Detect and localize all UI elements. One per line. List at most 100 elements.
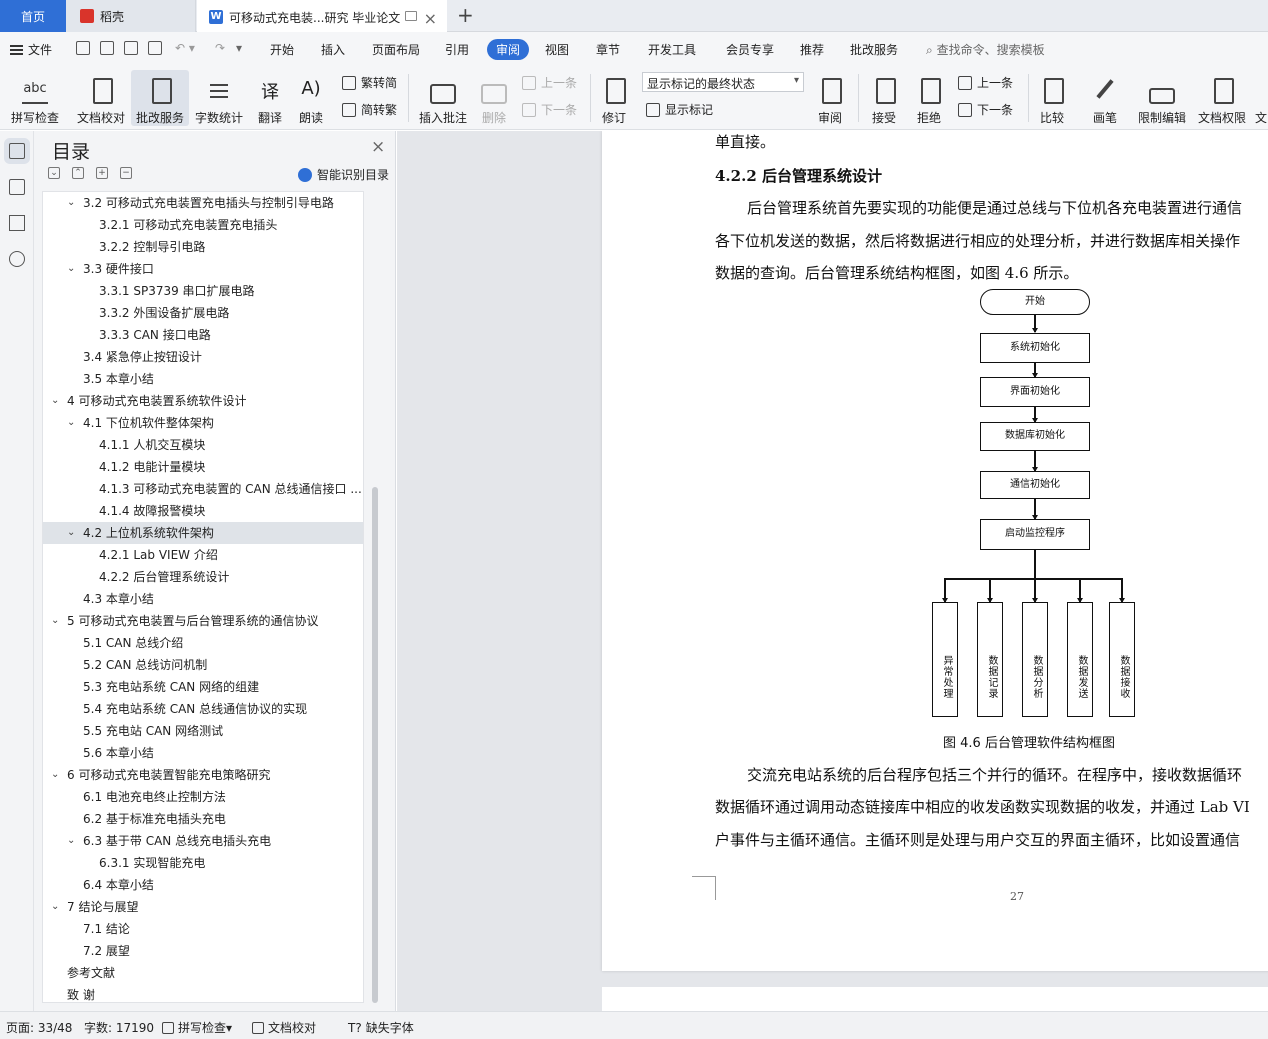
prev-comment-button[interactable]: 上一条 [522,74,577,91]
print-icon[interactable] [124,41,138,55]
chevron-down-icon[interactable]: ⌄ [51,610,59,632]
menu-review-service[interactable]: 批改服务 [850,41,898,58]
toc-item[interactable]: ⌄ 6.3 基于带 CAN 总线充电插头充电 [43,830,363,852]
toc-item[interactable]: 5.1 CAN 总线介绍 [43,632,363,654]
chevron-down-icon[interactable]: ⌄ [67,830,75,852]
status-spell-check[interactable]: 拼写检查 ▾ [162,1019,232,1036]
toc-item[interactable]: 3.2.2 控制导引电路 [43,236,363,258]
next-change-button[interactable]: 下一条 [958,101,1013,118]
menu-reference[interactable]: 引用 [445,41,469,58]
toc-item[interactable]: 3.2.1 可移动式充电装置充电插头 [43,214,363,236]
toc-item[interactable]: 7.1 结论 [43,918,363,940]
toc-item[interactable]: 6.3.1 实现智能充电 [43,852,363,874]
pin-icon[interactable] [405,11,417,21]
status-doc-proof[interactable]: 文档校对 [252,1019,316,1036]
menu-start[interactable]: 开始 [270,41,294,58]
toc-panel-icon[interactable] [9,143,25,159]
menu-view[interactable]: 视图 [545,41,569,58]
review-service-button[interactable]: 批改服务 [131,70,189,126]
menu-dev-tools[interactable]: 开发工具 [648,41,696,58]
undo-icon[interactable]: ↶ ▾ [175,41,195,55]
print-preview-icon[interactable] [148,41,162,55]
bookmark-icon[interactable] [9,215,25,231]
page-indicator[interactable]: 页面: 33/48 [6,1019,72,1036]
file-menu-button[interactable]: 文件 [10,41,52,58]
toc-item[interactable]: ⌄ 7 结论与展望 [43,896,363,918]
next-document-page[interactable] [602,987,1268,1011]
toc-item[interactable]: ⌄ 4.2 上位机系统软件架构 [43,522,363,544]
toc-item[interactable]: ⌄ 5 可移动式充电装置与后台管理系统的通信协议 [43,610,363,632]
toc-item[interactable]: 5.6 本章小结 [43,742,363,764]
toc-item[interactable]: 6.2 基于标准充电插头充电 [43,808,363,830]
doc-proof-button[interactable]: 文档校对 [74,70,128,126]
simp-to-trad-button[interactable]: 简转繁 [342,101,397,118]
toc-item[interactable]: 参考文献 [43,962,363,984]
toc-item[interactable]: 5.4 充电站系统 CAN 总线通信协议的实现 [43,698,363,720]
toc-item[interactable]: 6.1 电池充电终止控制方法 [43,786,363,808]
insert-comment-button[interactable]: 插入批注 [416,70,470,126]
document-canvas[interactable]: 单直接。 4.2.2 后台管理系统设计 后台管理系统首先要实现的功能便是通过总线… [397,131,1268,1011]
menu-member[interactable]: 会员专享 [726,41,774,58]
toc-item[interactable]: 5.5 充电站 CAN 网络测试 [43,720,363,742]
tab-daoke[interactable]: 稻壳 [66,0,196,32]
toc-item[interactable]: ⌄ 4 可移动式充电装置系统软件设计 [43,390,363,412]
word-count-button[interactable]: 字数统计 [193,70,245,126]
smart-toc-button[interactable]: 智能识别目录 [298,166,389,183]
toc-item[interactable]: 4.2.2 后台管理系统设计 [43,566,363,588]
toc-item[interactable]: 4.1.4 故障报警模块 [43,500,363,522]
navigation-icon[interactable] [9,179,25,195]
restrict-edit-button[interactable]: 限制编辑 [1136,70,1188,126]
search-icon[interactable] [9,251,25,267]
word-count-indicator[interactable]: 字数: 17190 [84,1019,154,1036]
prev-change-button[interactable]: 上一条 [958,74,1013,91]
toc-item[interactable]: 3.3.3 CAN 接口电路 [43,324,363,346]
chevron-down-icon[interactable]: ⌄ [67,192,75,214]
doc-permission-button[interactable]: 文档权限 [1196,70,1248,126]
toc-item[interactable]: 4.2.1 Lab VIEW 介绍 [43,544,363,566]
delete-comment-button[interactable]: 删除 [476,70,512,126]
translate-button[interactable]: 译翻译 [252,70,288,126]
toc-item[interactable]: 致 谢 [43,984,363,1002]
toc-item[interactable]: ⌄ 3.3 硬件接口 [43,258,363,280]
next-comment-button[interactable]: 下一条 [522,101,577,118]
chevron-down-icon[interactable]: ⌄ [51,764,59,786]
tab-document[interactable]: W 可移动式充电装...研究 毕业论文 × [197,0,447,32]
read-aloud-button[interactable]: A) 朗读 [296,70,326,126]
toc-item[interactable]: ⌄ 4.1 下位机软件整体架构 [43,412,363,434]
compare-button[interactable]: 比较 [1034,70,1070,126]
toc-scrollbar[interactable] [372,487,378,1003]
trad-to-simp-button[interactable]: 繁转简 [342,74,397,91]
export-pdf-icon[interactable] [100,41,114,55]
chevron-down-icon[interactable]: ⌄ [67,412,75,434]
document-page[interactable]: 单直接。 4.2.2 后台管理系统设计 后台管理系统首先要实现的功能便是通过总线… [602,131,1268,971]
reject-button[interactable]: 拒绝 [911,70,947,126]
toc-item[interactable]: 3.3.1 SP3739 串口扩展电路 [43,280,363,302]
doc-more-button[interactable]: 文 [1254,70,1268,126]
remove-heading-icon[interactable]: − [120,167,132,179]
menu-recommend[interactable]: 推荐 [800,41,824,58]
revise-button[interactable]: 修订 [596,70,632,126]
markup-state-select[interactable]: 显示标记的最终状态 [642,72,804,92]
toc-item[interactable]: 4.1.1 人机交互模块 [43,434,363,456]
customize-toolbar-icon[interactable]: ▾ [236,41,242,55]
collapse-all-icon[interactable]: ⌄ [48,167,60,179]
show-markup-button[interactable]: 显示标记 [646,101,713,118]
close-icon[interactable]: × [371,137,385,157]
toc-item[interactable]: 3.5 本章小结 [43,368,363,390]
toc-item[interactable]: 3.4 紧急停止按钮设计 [43,346,363,368]
command-search[interactable]: ⌕ 查找命令、搜索模板 [926,41,1045,58]
add-heading-icon[interactable]: + [96,167,108,179]
redo-icon[interactable]: ↷ [215,41,225,55]
toc-item[interactable]: 3.3.2 外围设备扩展电路 [43,302,363,324]
menu-insert[interactable]: 插入 [321,41,345,58]
close-tab-icon[interactable]: × [424,9,437,28]
toc-item[interactable]: 6.4 本章小结 [43,874,363,896]
menu-page-layout[interactable]: 页面布局 [372,41,420,58]
accept-button[interactable]: 接受 [866,70,902,126]
toc-item[interactable]: 4.1.3 可移动式充电装置的 CAN 总线通信接口 ... [43,478,363,500]
tab-home[interactable]: 首页 [0,0,66,32]
chevron-down-icon[interactable]: ⌄ [67,522,75,544]
status-missing-font[interactable]: T? 缺失字体 [348,1019,414,1036]
menu-chapter[interactable]: 章节 [596,41,620,58]
toc-item[interactable]: ⌄ 3.2 可移动式充电装置充电插头与控制引导电路 [43,192,363,214]
